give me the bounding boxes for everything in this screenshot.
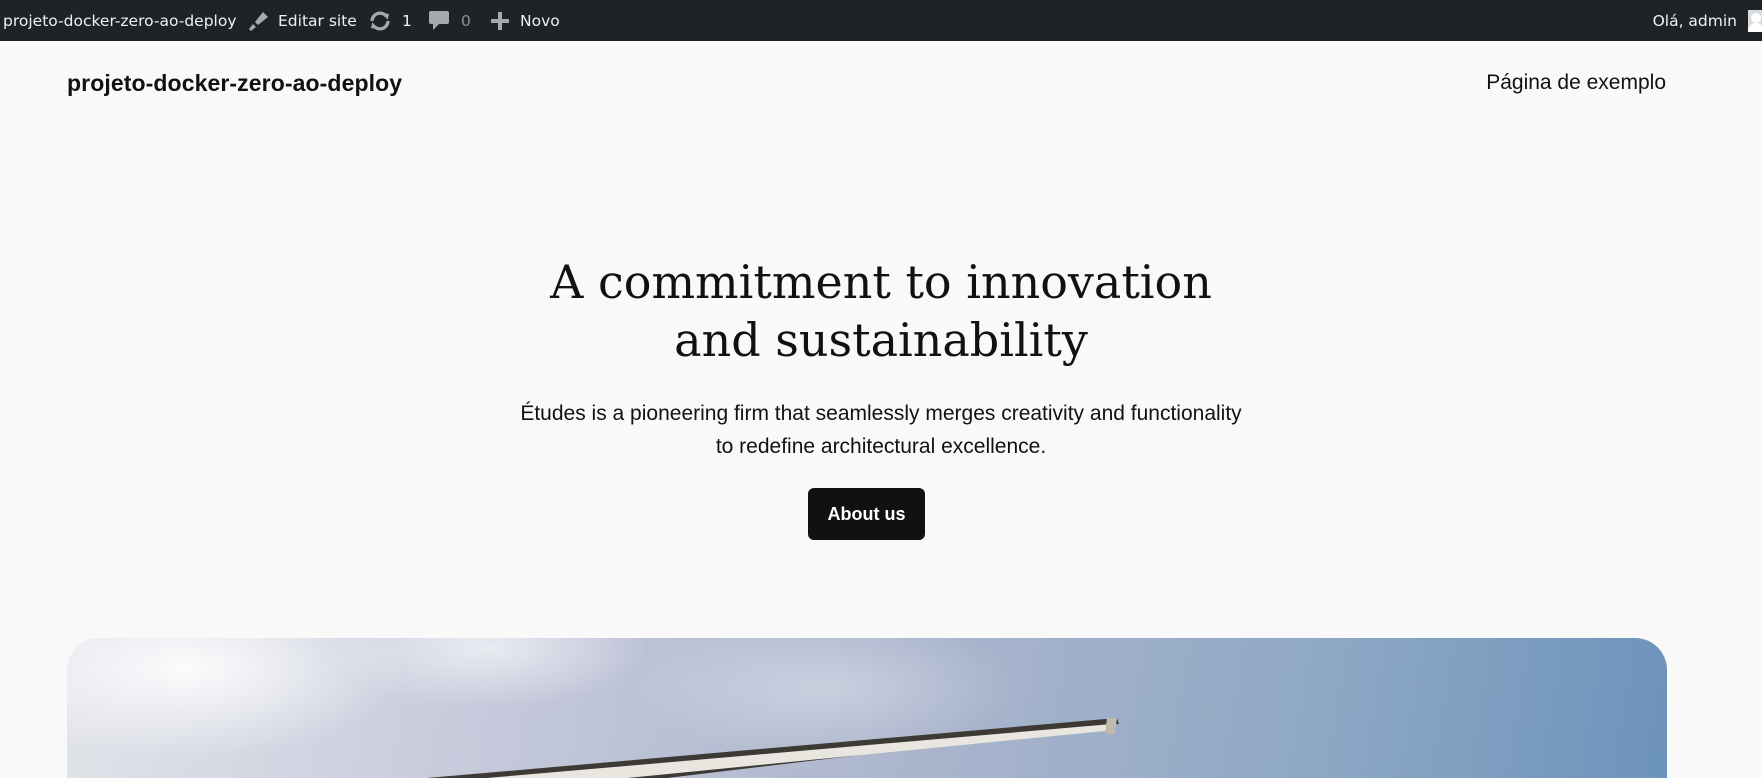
edit-site-button[interactable]: Editar site <box>246 0 357 41</box>
updates-icon <box>368 10 392 32</box>
comment-icon <box>429 10 449 32</box>
paint-brush-icon <box>246 9 270 33</box>
hero-heading-line1: A commitment to innovation <box>550 255 1212 309</box>
admin-bar-site-name-label: projeto-docker-zero-ao-deploy <box>3 11 237 30</box>
greeting-label: Olá, admin <box>1652 11 1737 30</box>
hero-heading: A commitment to innovation and sustainab… <box>481 253 1281 369</box>
admin-bar-site-name[interactable]: projeto-docker-zero-ao-deploy <box>3 0 237 41</box>
about-us-button[interactable]: About us <box>808 488 925 540</box>
plus-icon <box>491 11 509 30</box>
site-title[interactable]: projeto-docker-zero-ao-deploy <box>67 70 402 97</box>
updates-count: 1 <box>402 11 412 30</box>
avatar[interactable] <box>1748 10 1762 32</box>
hero-description: Études is a pioneering firm that seamles… <box>520 402 1242 458</box>
new-content-button[interactable]: Novo <box>491 0 560 41</box>
comments-button[interactable]: 0 <box>429 0 471 41</box>
edit-site-label: Editar site <box>278 11 357 30</box>
admin-bar: projeto-docker-zero-ao-deploy Editar sit… <box>0 0 1762 41</box>
hero-image <box>67 638 1667 778</box>
comments-count: 0 <box>461 11 471 30</box>
nav-item-sample-page[interactable]: Página de exemplo <box>1486 71 1666 95</box>
my-account-menu[interactable]: Olá, admin <box>1653 0 1737 41</box>
new-label: Novo <box>520 11 560 30</box>
hero-heading-line2: and sustainability <box>674 313 1088 367</box>
updates-button[interactable]: 1 <box>368 0 412 41</box>
